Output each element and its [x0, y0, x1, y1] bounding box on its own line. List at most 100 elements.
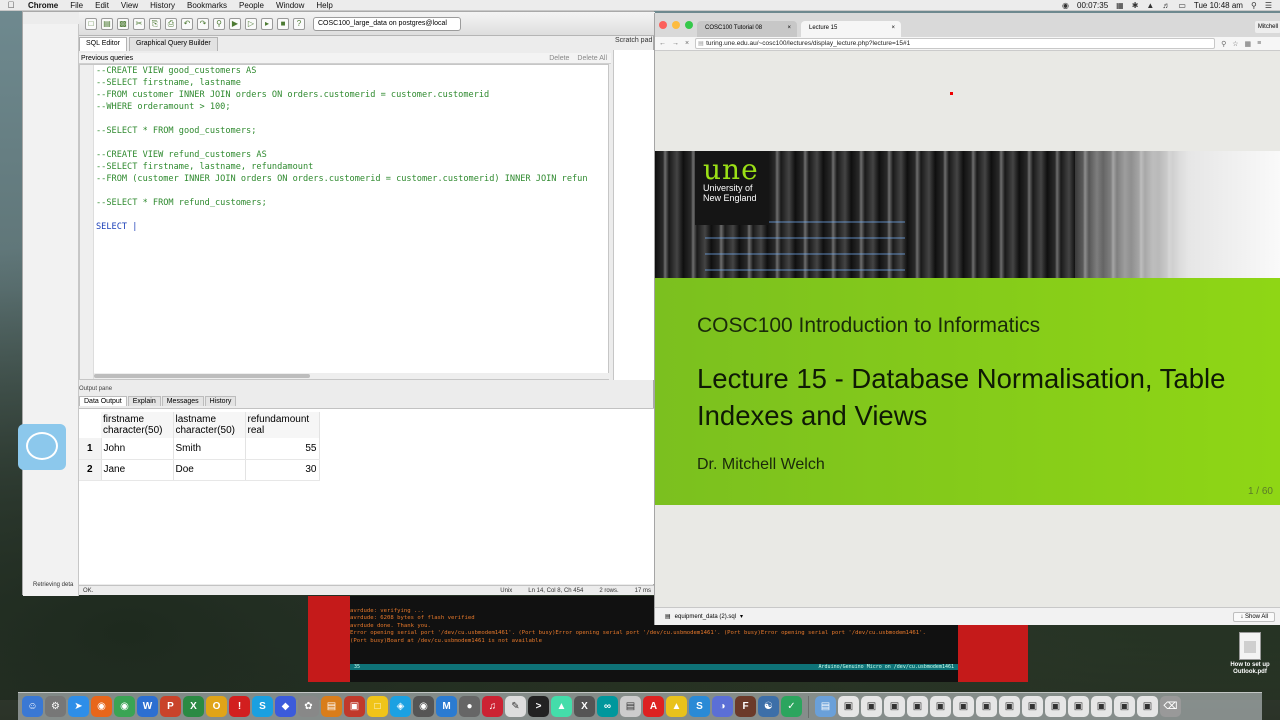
mendeley-icon[interactable]: ✓: [781, 696, 802, 717]
code-line[interactable]: --CREATE VIEW refund_customers AS: [96, 149, 588, 161]
desktop-pdf-file[interactable]: How to set up Outlook.pdf: [1222, 632, 1278, 676]
previous-queries-select[interactable]: Previous queries: [81, 55, 133, 62]
arduino-icon[interactable]: ∞: [597, 696, 618, 717]
filezilla-icon[interactable]: F: [735, 696, 756, 717]
stickies-icon[interactable]: □: [367, 696, 388, 717]
chrome-icon[interactable]: ◉: [114, 696, 135, 717]
tab-explain[interactable]: Explain: [127, 396, 161, 406]
window-thumbnail-icon[interactable]: ▣: [1137, 696, 1158, 717]
sql-editor[interactable]: --CREATE VIEW good_customers AS --SELECT …: [79, 64, 610, 380]
window-thumbnail-icon[interactable]: ▣: [976, 696, 997, 717]
find-icon[interactable]: ⚲: [213, 17, 225, 30]
forward-icon[interactable]: →: [672, 40, 679, 47]
x11-icon[interactable]: X: [574, 696, 595, 717]
sql-code[interactable]: --CREATE VIEW good_customers AS --SELECT …: [96, 65, 588, 233]
battery-time[interactable]: 00:07:35: [1077, 1, 1108, 10]
column-header-firstname[interactable]: firstname character(50): [101, 412, 174, 438]
code-line[interactable]: --FROM customer INNER JOIN orders ON ord…: [96, 89, 588, 101]
stop-loading-icon[interactable]: ×: [685, 40, 689, 47]
photos-icon[interactable]: ✿: [298, 696, 319, 717]
menu-edit[interactable]: Edit: [89, 1, 115, 10]
bluetooth-icon[interactable]: ✱: [1132, 1, 1139, 10]
window-thumbnail-icon[interactable]: ▣: [1091, 696, 1112, 717]
cell-firstname[interactable]: Jane: [101, 459, 174, 481]
tab-data-output[interactable]: Data Output: [79, 396, 127, 406]
sourcetree-icon[interactable]: ▲: [551, 696, 572, 717]
code-line[interactable]: --WHERE orderamount > 100;: [96, 101, 588, 113]
profile-button[interactable]: Mitchell: [1255, 21, 1280, 33]
mail-icon[interactable]: M: [436, 696, 457, 717]
notifications-icon[interactable]: ☰: [1265, 1, 1272, 10]
menu-icon[interactable]: ≡: [1257, 40, 1261, 47]
browser-tab[interactable]: COSC100 Tutorial 08 ×: [697, 21, 797, 37]
save-icon[interactable]: ▩: [117, 17, 129, 30]
minimize-window-button[interactable]: [672, 21, 680, 29]
menu-history[interactable]: History: [144, 1, 181, 10]
new-file-icon[interactable]: □: [85, 17, 97, 30]
terminal-icon[interactable]: >: [528, 696, 549, 717]
copy-icon[interactable]: ⎘: [149, 17, 161, 30]
help-icon[interactable]: ?: [293, 17, 305, 30]
outlook-icon[interactable]: O: [206, 696, 227, 717]
menu-file[interactable]: File: [64, 1, 89, 10]
code-line[interactable]: [96, 209, 588, 221]
delete-button[interactable]: Delete: [549, 55, 569, 62]
bookmark-star-icon[interactable]: ☆: [1232, 40, 1238, 48]
back-icon[interactable]: ←: [659, 40, 666, 47]
messages-icon[interactable]: ●: [459, 696, 480, 717]
close-window-button[interactable]: [659, 21, 667, 29]
window-thumbnail-icon[interactable]: ▣: [1045, 696, 1066, 717]
url-input[interactable]: ▤ turing.une.edu.au/~cosc100/lectures/di…: [695, 38, 1216, 49]
table-row[interactable]: 2 Jane Doe 30: [79, 459, 320, 481]
wallet-icon[interactable]: ◆: [275, 696, 296, 717]
column-header-refundamount[interactable]: refundamount real: [245, 412, 320, 438]
window-thumbnail-icon[interactable]: ▣: [861, 696, 882, 717]
code-line[interactable]: --SELECT * FROM refund_customers;: [96, 197, 588, 209]
tab-messages[interactable]: Messages: [161, 396, 204, 406]
textedit-icon[interactable]: ✎: [505, 696, 526, 717]
column-header-lastname[interactable]: lastname character(50): [173, 412, 246, 438]
extension-icon[interactable]: ▦: [1245, 40, 1252, 48]
wifi-icon[interactable]: ▲: [1146, 1, 1154, 10]
window-thumbnail-icon[interactable]: ▣: [838, 696, 859, 717]
code-line[interactable]: SELECT |: [96, 221, 588, 233]
apple-icon[interactable]: : [0, 0, 22, 10]
grid-icon[interactable]: ▦: [1116, 1, 1124, 10]
code-line[interactable]: --SELECT firstname, lastname: [96, 77, 588, 89]
music-icon[interactable]: ♫: [482, 696, 503, 717]
pgadmin-icon[interactable]: ☯: [758, 696, 779, 717]
window-thumbnail-icon[interactable]: ▣: [930, 696, 951, 717]
system-preferences-icon[interactable]: ⚙: [45, 696, 66, 717]
tab-graphical-query-builder[interactable]: Graphical Query Builder: [128, 37, 218, 51]
cell-refundamount[interactable]: 55: [245, 438, 320, 460]
menu-view[interactable]: View: [115, 1, 144, 10]
battery-icon[interactable]: ▭: [1178, 1, 1186, 10]
powerpoint-icon[interactable]: P: [160, 696, 181, 717]
record-icon[interactable]: ◉: [1062, 1, 1069, 10]
code-line[interactable]: --CREATE VIEW good_customers AS: [96, 65, 588, 77]
row-number[interactable]: 2: [79, 459, 102, 481]
acrobat-icon[interactable]: A: [643, 696, 664, 717]
row-number[interactable]: 1: [79, 438, 102, 460]
connection-select[interactable]: COSC100_large_data on postgres@local: [313, 16, 461, 31]
horizontal-scrollbar[interactable]: [94, 373, 610, 379]
menu-help[interactable]: Help: [310, 1, 338, 10]
open-icon[interactable]: ▤: [101, 17, 113, 30]
search-icon[interactable]: ⚲: [1251, 1, 1257, 10]
tab-sql-editor[interactable]: SQL Editor: [79, 37, 127, 51]
code-line[interactable]: --FROM (customer INNER JOIN orders ON or…: [96, 173, 588, 185]
window-thumbnail-icon[interactable]: ▣: [1114, 696, 1135, 717]
table-row[interactable]: 1 John Smith 55: [79, 438, 320, 460]
window-thumbnail-icon[interactable]: ▣: [884, 696, 905, 717]
window-thumbnail-icon[interactable]: ▣: [1022, 696, 1043, 717]
close-tab-icon[interactable]: ×: [787, 21, 791, 35]
scratch-pad[interactable]: [613, 50, 655, 380]
menu-bookmarks[interactable]: Bookmarks: [181, 1, 233, 10]
firefox-icon[interactable]: ◉: [91, 696, 112, 717]
safari-icon[interactable]: ➤: [68, 696, 89, 717]
zoom-window-button[interactable]: [685, 21, 693, 29]
chevron-down-icon[interactable]: ▾: [740, 613, 743, 620]
sql-icon[interactable]: S: [689, 696, 710, 717]
browser-tab-active[interactable]: Lecture 15 ×: [801, 21, 901, 37]
trash-icon[interactable]: ⌫: [1160, 696, 1181, 717]
